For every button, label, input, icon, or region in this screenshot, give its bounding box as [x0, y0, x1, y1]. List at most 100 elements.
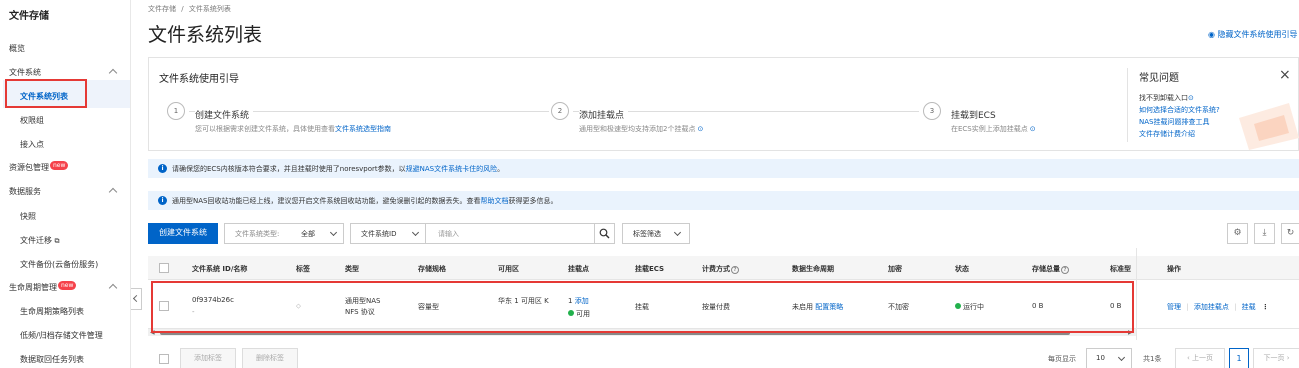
next-page-button[interactable]: 下一页 ›	[1253, 348, 1299, 368]
step-title: 挂载到ECS	[951, 111, 996, 121]
add-mount-point-link[interactable]: 添加挂载点	[1194, 303, 1229, 311]
step-number: 3	[923, 102, 941, 120]
settings-button[interactable]: ⚙	[1227, 223, 1248, 244]
sidebar-item-lifecycle-policy[interactable]: 生命周期策略列表	[20, 306, 84, 317]
column-header: 挂载点	[568, 265, 589, 273]
notice-bar: i 请确保您的ECS内核版本符合要求，并且挂载时使用了noresvport参数，…	[148, 159, 1299, 178]
action-separator: |	[1234, 303, 1237, 311]
breadcrumb-root[interactable]: 文件存储	[148, 5, 176, 13]
step-desc-text: 在ECS实例上添加挂载点	[951, 125, 1028, 133]
close-icon[interactable]: ×	[1279, 67, 1291, 83]
create-file-system-button[interactable]: 创建文件系统	[148, 223, 218, 244]
column-header: 可用区	[498, 265, 519, 273]
search-input[interactable]: 请输入	[425, 223, 595, 244]
chevron-down-icon	[329, 228, 338, 237]
sidebar-item-access-point[interactable]: 接入点	[20, 139, 44, 150]
page-number-button[interactable]: 1	[1229, 348, 1249, 368]
sidebar-item-label: 资源包管理	[9, 163, 49, 172]
external-link-icon: ⧉	[54, 237, 60, 245]
notice-link[interactable]: 帮助文档	[480, 197, 508, 205]
more-icon[interactable]: ⋮	[1262, 303, 1269, 311]
notice-body: 请确保您的ECS内核版本符合要求，并且挂载时使用了noresvport参数，以	[172, 165, 406, 173]
column-header: 数据生命周期	[792, 265, 834, 273]
chevron-down-icon	[1117, 353, 1126, 362]
faq-item[interactable]: NAS挂载问题排查工具	[1139, 117, 1209, 127]
faq-item[interactable]: 如何选择合适的文件系统?	[1139, 105, 1220, 115]
column-header: 计费方式?	[702, 264, 739, 274]
sidebar-group-data-service[interactable]: 数据服务	[9, 186, 41, 197]
column-header: 文件系统 ID/名称	[192, 265, 248, 273]
row-actions: 管理 | 添加挂载点 | 挂载 ⋮	[1167, 302, 1269, 312]
chevron-up-icon[interactable]	[108, 187, 118, 197]
sidebar-group-file-system[interactable]: 文件系统	[9, 67, 41, 78]
remove-tag-button[interactable]: 删除标签	[242, 348, 298, 368]
info-icon: i	[158, 164, 167, 173]
help-icon[interactable]: ⊙	[1030, 125, 1036, 133]
sidebar-item-overview[interactable]: 概览	[9, 43, 25, 54]
selection-guide-link[interactable]: 文件系统选型指南	[335, 125, 391, 133]
prev-page-label: 上一页	[1192, 354, 1214, 362]
sidebar-item-file-migration[interactable]: 文件迁移 ⧉	[20, 235, 60, 246]
add-tag-button[interactable]: 添加标签	[180, 348, 236, 368]
new-badge: new	[58, 281, 77, 290]
select-all-checkbox[interactable]	[159, 263, 169, 273]
step-description: 您可以根据需求创建文件系统，具体使用查看文件系统选型指南	[195, 124, 391, 134]
faq-item[interactable]: 文件存储计费介绍	[1139, 129, 1195, 139]
faq-item-label: 找不到卸载入口	[1139, 94, 1188, 102]
per-page-select[interactable]: 10	[1086, 348, 1132, 368]
column-header: 类型	[345, 265, 359, 273]
sidebar: 文件存储 概览 文件系统 文件系统列表 权限组 接入点 资源包管理 new 数据服…	[0, 0, 131, 368]
help-icon[interactable]: ?	[1061, 266, 1069, 274]
sidebar-item-snapshot[interactable]: 快照	[20, 211, 36, 222]
type-select-label: 文件系统类型:	[235, 230, 280, 238]
chevron-up-icon[interactable]	[108, 68, 118, 78]
per-page-label: 每页显示	[1048, 355, 1076, 363]
divider	[1127, 68, 1128, 142]
tag-filter-button[interactable]: 标签筛选	[622, 223, 690, 244]
help-icon[interactable]: ?	[731, 266, 739, 274]
column-header: 存储总量?	[1032, 264, 1069, 274]
per-page-value: 10	[1096, 354, 1105, 362]
step-title: 创建文件系统	[195, 108, 254, 121]
id-filter-select[interactable]: 文件系统ID	[350, 223, 426, 244]
footer-select-all-checkbox[interactable]	[159, 354, 169, 364]
prev-page-button[interactable]: ‹ 上一页	[1175, 348, 1225, 368]
hide-guide-link[interactable]: ◉ 隐藏文件系统使用引导	[1208, 29, 1298, 40]
manage-link[interactable]: 管理	[1167, 303, 1181, 311]
sidebar-item-label: 生命周期管理	[9, 283, 57, 292]
sidebar-group-lifecycle[interactable]: 生命周期管理 new	[9, 281, 77, 293]
step-description: 在ECS实例上添加挂载点 ⊙	[951, 124, 1036, 134]
search-button[interactable]	[594, 223, 615, 244]
notice-body: 通用型NAS回收站功能已经上线，建议您开启文件系统回收站功能，避免误删引起的数据…	[172, 197, 481, 205]
guide-title: 文件系统使用引导	[159, 74, 239, 85]
faq-illustration	[1239, 103, 1299, 150]
sidebar-item-permission-group[interactable]: 权限组	[20, 115, 44, 126]
sidebar-title: 文件存储	[9, 11, 49, 22]
column-header-label: 计费方式	[702, 265, 730, 273]
notice-tail: 获得更多信息。	[508, 197, 558, 205]
refresh-button[interactable]: ↻	[1281, 223, 1299, 244]
chevron-up-icon[interactable]	[108, 283, 118, 293]
refresh-icon: ↻	[1286, 228, 1295, 238]
faq-item[interactable]: 找不到卸载入口⊙	[1139, 93, 1194, 103]
new-badge: new	[50, 161, 69, 170]
notice-link[interactable]: 规避NAS文件系统卡住的风险	[406, 165, 497, 173]
id-filter-label: 文件系统ID	[361, 230, 397, 238]
sidebar-item-label: 文件迁移	[20, 236, 52, 245]
sidebar-item-resource-package[interactable]: 资源包管理 new	[9, 161, 69, 173]
download-button[interactable]: ⤓	[1254, 223, 1275, 244]
help-icon[interactable]: ⊙	[697, 125, 703, 133]
faq-title: 常见问题	[1139, 73, 1179, 84]
column-header: 状态	[955, 265, 969, 273]
column-header: 标签	[296, 265, 310, 273]
sidebar-item-low-freq[interactable]: 低频/归档存储文件管理	[20, 330, 103, 341]
chevron-down-icon	[673, 228, 682, 237]
sidebar-item-file-backup[interactable]: 文件备份(云备份服务)	[20, 259, 98, 270]
notice-text: 请确保您的ECS内核版本符合要求，并且挂载时使用了noresvport参数，以规…	[172, 164, 504, 174]
sidebar-collapse-button[interactable]	[131, 288, 142, 310]
type-select[interactable]: 文件系统类型: 全部	[224, 223, 344, 244]
sidebar-item-data-retrieval[interactable]: 数据取回任务列表	[20, 354, 84, 365]
column-header: 挂载ECS	[635, 265, 665, 273]
mount-link[interactable]: 挂载	[1242, 303, 1256, 311]
notice-text: 通用型NAS回收站功能已经上线，建议您开启文件系统回收站功能，避免误删引起的数据…	[172, 196, 557, 206]
